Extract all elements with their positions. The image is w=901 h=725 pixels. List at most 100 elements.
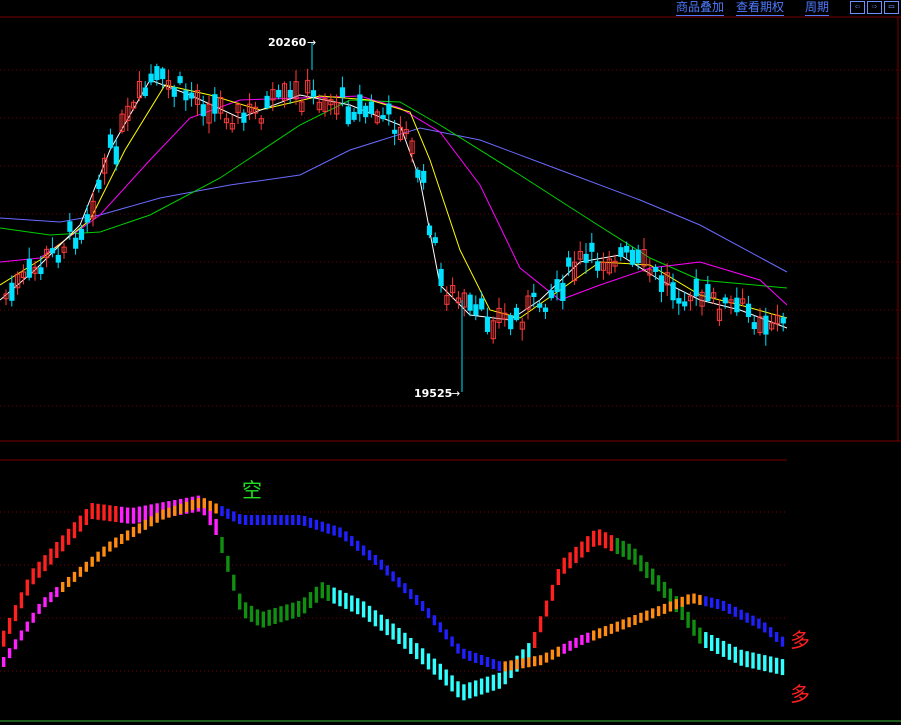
slow-indicator-bar xyxy=(420,601,425,612)
slow-indicator-bar xyxy=(491,659,496,670)
fast-indicator-bar xyxy=(114,506,118,523)
fast-indicator-bar xyxy=(7,617,12,634)
fast-indicator-bar xyxy=(108,505,112,522)
candle-body xyxy=(154,66,160,81)
slow-indicator-bar xyxy=(615,621,619,632)
fast-indicator-bar xyxy=(420,648,425,665)
fast-indicator-bar xyxy=(55,541,59,558)
fast-indicator-bar xyxy=(468,682,472,699)
fast-indicator-bar xyxy=(84,509,88,526)
fast-indicator-bar xyxy=(367,605,372,622)
candle-body xyxy=(107,134,114,148)
fast-indicator-bar xyxy=(615,538,619,555)
candle-body xyxy=(513,307,520,321)
fast-indicator-bar xyxy=(385,619,389,636)
fast-indicator-bar xyxy=(456,681,460,698)
slow-indicator-bar xyxy=(763,622,767,633)
candle-body xyxy=(751,322,757,330)
slow-indicator-bar xyxy=(462,648,466,659)
fast-indicator-bar xyxy=(37,561,41,578)
slow-indicator-bar xyxy=(320,521,324,532)
slow-indicator-bar xyxy=(521,658,525,669)
fast-indicator-bar xyxy=(580,541,584,558)
fast-indicator-bar xyxy=(208,509,212,526)
fast-indicator-bar xyxy=(72,522,77,539)
fast-indicator-bar xyxy=(273,607,277,624)
slow-indicator-bar xyxy=(751,615,755,626)
slow-indicator-bar xyxy=(485,657,490,668)
fast-indicator-bar xyxy=(757,653,761,670)
slow-indicator-bar xyxy=(704,596,708,607)
slow-indicator-bar xyxy=(238,514,242,525)
fast-indicator-bar xyxy=(373,610,378,627)
fast-indicator-bar xyxy=(131,507,136,524)
slow-indicator-bar xyxy=(314,519,319,530)
fast-indicator-bar xyxy=(721,640,726,657)
fast-indicator-bar xyxy=(662,581,667,598)
slow-indicator-bar xyxy=(78,566,83,577)
fast-indicator-bar xyxy=(415,643,419,660)
fast-indicator-bar xyxy=(462,684,466,701)
slow-indicator-bar xyxy=(769,627,773,638)
slow-indicator-bar xyxy=(338,527,342,538)
fast-indicator-bar xyxy=(751,652,755,669)
slow-indicator-bar xyxy=(651,608,655,619)
slow-indicator-bar xyxy=(285,515,289,525)
slow-indicator-bar xyxy=(196,498,201,509)
slow-indicator-bar xyxy=(137,523,142,534)
slow-indicator-bar xyxy=(586,632,590,643)
fast-indicator-bar xyxy=(308,592,313,609)
slow-indicator-bar xyxy=(267,515,271,525)
slow-indicator-bar xyxy=(379,559,383,570)
fast-indicator-bar xyxy=(356,598,360,615)
candle-body xyxy=(142,87,148,96)
slow-indicator-bar xyxy=(645,610,649,621)
candle-body xyxy=(595,261,601,271)
slow-indicator-bar xyxy=(361,545,366,556)
fast-indicator-bar xyxy=(710,635,714,651)
slow-indicator-bar xyxy=(190,499,195,510)
slow-indicator-bar xyxy=(125,530,130,541)
fast-indicator-bar xyxy=(656,575,661,592)
candle-body xyxy=(624,245,630,253)
slow-indicator-bar xyxy=(161,509,165,520)
slow-indicator-bar xyxy=(444,629,448,640)
slow-indicator-bar xyxy=(621,619,625,630)
fast-indicator-bar xyxy=(391,623,395,640)
slow-indicator-bar xyxy=(102,546,106,557)
slow-indicator-bar xyxy=(255,515,260,525)
candle-body xyxy=(113,146,119,165)
fast-indicator-bar xyxy=(137,506,142,523)
fast-indicator-bar xyxy=(763,655,767,672)
candle-body xyxy=(380,115,386,120)
fast-indicator-bar xyxy=(2,630,6,647)
low-arrow: → xyxy=(451,387,460,400)
ma5-line xyxy=(0,79,788,329)
fast-indicator-bar xyxy=(774,657,779,674)
slow-indicator-bar xyxy=(84,561,88,572)
candle-body xyxy=(415,169,421,178)
fast-indicator-bar xyxy=(261,611,265,628)
fast-indicator-bar xyxy=(727,643,732,660)
fast-indicator-bar xyxy=(621,540,625,557)
slow-indicator-bar xyxy=(479,654,484,665)
slow-indicator-bar xyxy=(297,515,301,525)
slow-indicator-bar xyxy=(220,506,224,517)
fast-indicator-bar xyxy=(326,584,330,601)
high-arrow: → xyxy=(307,36,316,49)
candle-body xyxy=(421,170,427,183)
candle-body xyxy=(276,89,282,98)
slow-indicator-bar xyxy=(208,500,212,511)
candle-body xyxy=(438,268,444,287)
slow-indicator-bar xyxy=(527,657,531,668)
slow-indicator-bar xyxy=(403,583,407,594)
fast-indicator-bar xyxy=(544,600,549,617)
candle-body xyxy=(537,303,543,308)
fast-indicator-bar xyxy=(651,568,655,585)
fast-indicator-bar xyxy=(96,503,100,520)
slow-indicator-bar xyxy=(202,498,206,509)
fast-indicator-bar xyxy=(61,535,65,552)
slow-indicator-bar xyxy=(497,661,501,672)
fast-indicator-bar xyxy=(645,561,649,578)
slow-indicator-bar xyxy=(556,646,560,657)
